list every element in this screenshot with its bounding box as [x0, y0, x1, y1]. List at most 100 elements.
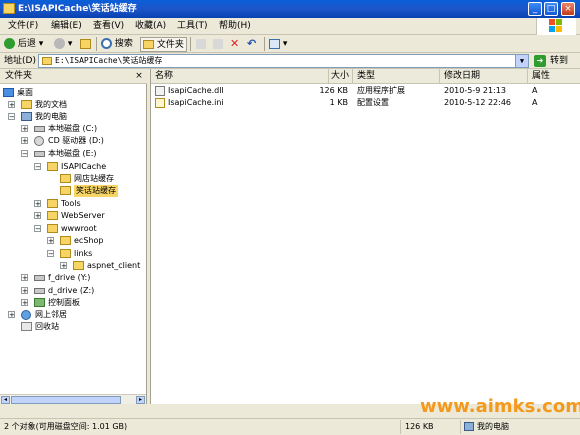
forward-dropdown-icon[interactable]: ▾ [68, 39, 73, 49]
scroll-right-button[interactable]: ▸ [136, 396, 145, 404]
close-pane-button[interactable]: × [134, 71, 144, 81]
delete-button[interactable]: ✕ [230, 37, 239, 51]
windows-logo [536, 18, 576, 35]
back-button[interactable]: 后退 ▾ [4, 37, 43, 51]
column-size[interactable]: 大小 [329, 69, 353, 83]
expand-icon[interactable]: + [21, 125, 28, 133]
undo-icon: ↶ [247, 37, 257, 50]
file-name: IsapiCache.ini [168, 98, 224, 107]
column-attributes[interactable]: 属性 [528, 69, 580, 83]
expand-icon[interactable]: + [34, 200, 41, 208]
scrollbar-thumb[interactable] [11, 396, 121, 404]
file-size: 126 KB [319, 86, 348, 95]
folders-title: 文件夹 [5, 71, 33, 81]
address-value: E:\ISAPICache\笑话站缓存 [55, 56, 163, 65]
menu-tools[interactable]: 工具(T) [177, 20, 208, 33]
move-to-icon [196, 38, 206, 49]
expand-icon[interactable]: + [21, 287, 28, 295]
maximize-button[interactable]: □ [544, 2, 558, 16]
window-title: E:\ISAPICache\笑话站缓存 [18, 4, 137, 14]
horizontal-scrollbar[interactable]: ◂ ▸ [0, 394, 146, 404]
go-label: 转到 [550, 56, 569, 66]
column-modified[interactable]: 修改日期 [440, 69, 528, 83]
file-modified: 2010-5-9 21:13 [444, 86, 506, 95]
search-button[interactable]: 搜索 [101, 37, 133, 51]
back-dropdown-icon[interactable]: ▾ [39, 39, 44, 49]
tree-item-label: aspnet_client [87, 261, 141, 270]
column-type[interactable]: 类型 [353, 69, 440, 83]
file-attributes: A [532, 98, 538, 107]
address-label: 地址(D) [4, 56, 36, 66]
status-location-label: 我的电脑 [477, 422, 509, 431]
file-size: 1 KB [329, 98, 348, 107]
folder-tree[interactable]: 桌面 + 我的文档 − 我的电脑 + 本地磁盘 (C:) + CD 驱动器 (D:) − 本地磁盘 … [0, 84, 147, 404]
folder-icon [60, 249, 71, 258]
tree-item-label: 我的文档 [35, 100, 67, 109]
toolbar: 后退 ▾ ▾ 搜索 文件夹 ✕ ↶ ▾ [0, 35, 580, 53]
collapse-icon[interactable]: − [34, 225, 41, 233]
forward-button[interactable]: ▾ [54, 37, 72, 51]
collapse-icon[interactable]: − [8, 113, 15, 121]
file-row[interactable]: IsapiCache.ini 1 KB 配置设置 2010-5-12 22:46 A [151, 97, 580, 109]
windows-flag-icon [549, 19, 563, 33]
menu-favorites[interactable]: 收藏(A) [135, 20, 166, 33]
views-button[interactable]: ▾ [269, 37, 287, 51]
undo-button[interactable]: ↶ [247, 37, 256, 51]
expand-icon[interactable]: + [21, 137, 28, 145]
tree-item-label: f_drive (Y:) [48, 273, 91, 282]
expand-icon[interactable]: + [34, 212, 41, 220]
collapse-icon[interactable]: − [34, 163, 41, 171]
up-button[interactable] [80, 37, 91, 51]
back-label: 后退 [17, 39, 36, 49]
file-list[interactable]: 名称 大小 类型 修改日期 属性 IsapiCache.dll 126 KB 应用程… [150, 69, 580, 404]
expand-icon[interactable]: + [60, 262, 67, 270]
address-bar: 地址(D) E:\ISAPICache\笑话站缓存 ▼ ➔ 转到 [0, 53, 580, 69]
tree-item-label: 本地磁盘 (E:) [48, 149, 97, 158]
title-bar[interactable]: E:\ISAPICache\笑话站缓存 [0, 0, 580, 18]
expand-icon[interactable]: + [8, 101, 15, 109]
expand-icon[interactable]: + [8, 311, 15, 319]
move-to-button[interactable] [196, 37, 206, 51]
network-icon [21, 310, 31, 320]
tree-item-label: ecShop [74, 236, 104, 245]
recycle-bin-icon [21, 322, 32, 331]
tree-item-label: 控制面板 [48, 298, 80, 307]
folder-icon [143, 40, 154, 49]
menu-file[interactable]: 文件(F) [8, 20, 38, 33]
tree-item-label: wwwroot [61, 224, 97, 233]
collapse-icon[interactable]: − [47, 250, 54, 258]
collapse-icon[interactable]: − [21, 150, 28, 158]
copy-to-icon [213, 38, 223, 49]
address-dropdown-button[interactable]: ▼ [515, 55, 528, 67]
expand-icon[interactable]: + [21, 274, 28, 282]
tree-item-label: 桌面 [17, 88, 33, 97]
menu-edit[interactable]: 编辑(E) [51, 20, 82, 33]
expand-icon[interactable]: + [47, 237, 54, 245]
go-button[interactable]: ➔ 转到 [533, 54, 577, 68]
copy-to-button[interactable] [213, 37, 223, 51]
folder-icon [3, 3, 15, 14]
status-objects: 2 个对象(可用磁盘空间: 1.01 GB) [4, 422, 128, 431]
file-modified: 2010-5-12 22:46 [444, 98, 511, 107]
file-attributes: A [532, 86, 538, 95]
scroll-left-button[interactable]: ◂ [1, 396, 10, 404]
expand-icon[interactable]: + [21, 299, 28, 307]
status-size: 126 KB [400, 420, 460, 434]
tree-item-label: 网上邻居 [35, 310, 67, 319]
column-name[interactable]: 名称 [151, 69, 329, 83]
folder-icon [47, 224, 58, 233]
computer-icon [21, 112, 32, 121]
close-button[interactable]: × [561, 2, 575, 16]
delete-icon: ✕ [230, 37, 240, 50]
file-row[interactable]: IsapiCache.dll 126 KB 应用程序扩展 2010-5-9 21:13… [151, 85, 580, 97]
tree-item-label: CD 驱动器 (D:) [48, 136, 104, 145]
list-header: 名称 大小 类型 修改日期 属性 [151, 69, 580, 84]
go-arrow-icon: ➔ [534, 55, 546, 67]
address-input[interactable]: E:\ISAPICache\笑话站缓存 ▼ [38, 54, 529, 68]
menu-help[interactable]: 帮助(H) [219, 20, 251, 33]
file-type: 应用程序扩展 [357, 86, 405, 95]
minimize-button[interactable]: _ [528, 2, 542, 16]
folders-button[interactable]: 文件夹 [140, 37, 187, 52]
drive-icon [34, 275, 45, 281]
menu-view[interactable]: 查看(V) [93, 20, 124, 33]
